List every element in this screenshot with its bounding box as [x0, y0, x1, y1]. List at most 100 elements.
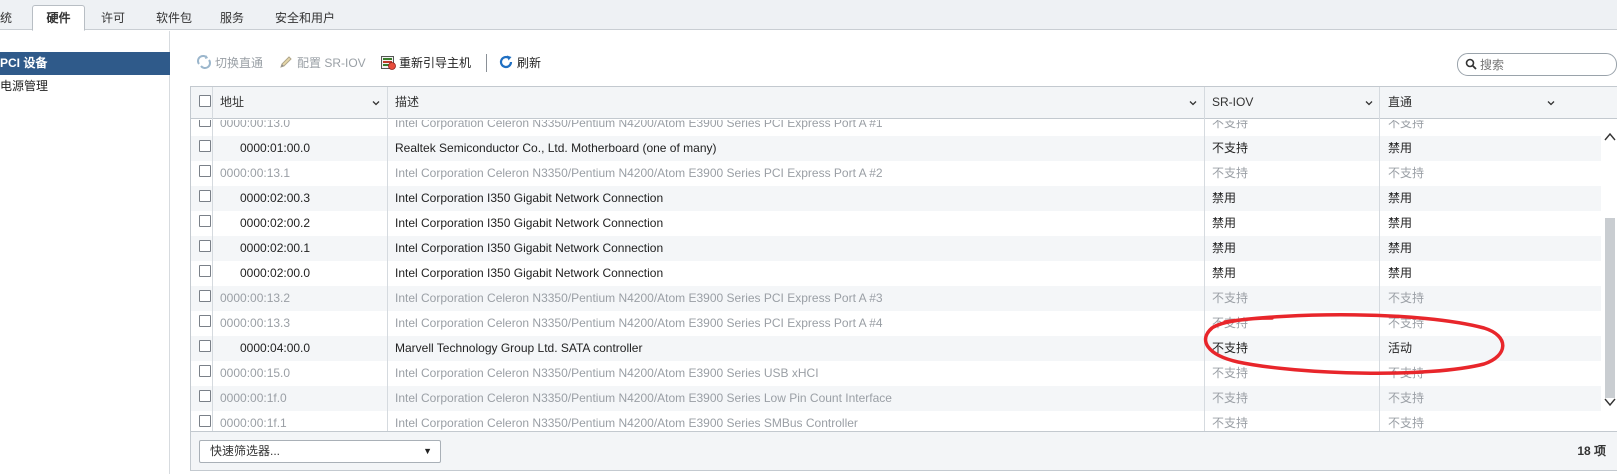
row-checkbox[interactable]	[199, 120, 211, 127]
cell-description: Intel Corporation Celeron N3350/Pentium …	[395, 120, 883, 130]
column-divider	[387, 87, 388, 431]
scroll-up-icon[interactable]	[1604, 132, 1616, 142]
sidebar-item-power-management[interactable]: 电源管理	[0, 75, 170, 98]
row-checkbox[interactable]	[199, 415, 211, 427]
cell-address: 0000:00:1f.0	[220, 391, 287, 405]
table-row[interactable]: 0000:00:1f.1 Intel Corporation Celeron N3…	[191, 411, 1601, 431]
cell-passthrough: 不支持	[1388, 416, 1425, 430]
dropdown-arrow-icon: ▼	[423, 446, 432, 456]
cell-description: Marvell Technology Group Ltd. SATA contr…	[395, 341, 643, 355]
pencil-icon	[280, 56, 292, 68]
select-all-checkbox[interactable]	[199, 95, 211, 107]
table-row[interactable]: 0000:00:1f.0 Intel Corporation Celeron N3…	[191, 386, 1601, 411]
tab-services[interactable]: 服务	[220, 6, 260, 30]
column-header-label: SR-IOV	[1212, 95, 1254, 109]
cell-address: 0000:00:13.2	[220, 291, 291, 305]
table-body: 0000:00:13.0 Intel Corporation Celeron N3…	[191, 120, 1601, 431]
table-row[interactable]: 0000:02:00.3 Intel Corporation I350 Gigab…	[191, 186, 1601, 211]
row-checkbox[interactable]	[199, 365, 211, 377]
cell-sriov: 不支持	[1212, 141, 1249, 155]
row-checkbox[interactable]	[199, 165, 211, 177]
row-checkbox[interactable]	[199, 190, 211, 202]
cell-description: Intel Corporation Celeron N3350/Pentium …	[395, 316, 883, 330]
column-header-label: 描述	[395, 95, 420, 109]
table-row[interactable]: 0000:00:13.0 Intel Corporation Celeron N3…	[191, 120, 1601, 136]
row-checkbox[interactable]	[199, 265, 211, 277]
row-checkbox[interactable]	[199, 340, 211, 352]
vertical-scrollbar[interactable]	[1601, 120, 1617, 431]
cell-sriov: 不支持	[1212, 416, 1249, 430]
cell-address: 0000:02:00.0	[240, 266, 311, 280]
table-row[interactable]: 0000:00:13.1 Intel Corporation Celeron N3…	[191, 161, 1601, 186]
column-header-sriov[interactable]: SR-IOV	[1212, 87, 1377, 119]
scrollbar-thumb[interactable]	[1605, 218, 1615, 398]
column-header-description[interactable]: 描述	[395, 87, 1205, 119]
cell-address: 0000:00:13.3	[220, 316, 291, 330]
sidebar-item-label: 电源管理	[0, 79, 49, 93]
cell-passthrough: 活动	[1388, 341, 1413, 355]
row-checkbox[interactable]	[199, 390, 211, 402]
toggle-passthrough-button[interactable]: 切换直通	[196, 54, 263, 72]
cell-sriov: 不支持	[1212, 120, 1249, 130]
reboot-host-label: 重新引导主机	[399, 56, 472, 70]
table-footer: 快速筛选器... ▼ 18 项	[191, 431, 1617, 470]
cell-passthrough: 禁用	[1388, 191, 1413, 205]
tab-system[interactable]: 系统	[0, 6, 28, 30]
refresh-button[interactable]: 刷新	[498, 54, 541, 72]
pci-device-table: 地址 描述 SR-IOV 直通 0000:00:13.0 Intel Corpor…	[190, 86, 1617, 471]
tab-license[interactable]: 许可	[101, 6, 141, 30]
row-checkbox[interactable]	[199, 215, 211, 227]
cell-passthrough: 不支持	[1388, 391, 1425, 405]
search-box[interactable]	[1457, 53, 1617, 76]
cell-passthrough: 禁用	[1388, 241, 1413, 255]
chevron-down-icon	[1547, 101, 1555, 106]
sidebar-item-label: PCI 设备	[0, 56, 48, 70]
column-divider	[1204, 87, 1205, 431]
column-header-address[interactable]: 地址	[220, 87, 386, 119]
cell-description: Intel Corporation Celeron N3350/Pentium …	[395, 366, 819, 380]
configure-sriov-button[interactable]: 配置 SR-IOV	[278, 54, 366, 72]
cell-sriov: 禁用	[1212, 266, 1237, 280]
cell-description: Intel Corporation Celeron N3350/Pentium …	[395, 391, 892, 405]
cell-sriov: 禁用	[1212, 191, 1237, 205]
column-header-passthrough[interactable]: 直通	[1388, 87, 1560, 119]
row-checkbox[interactable]	[199, 240, 211, 252]
cell-description: Intel Corporation Celeron N3350/Pentium …	[395, 291, 883, 305]
search-icon	[1465, 58, 1477, 70]
table-row[interactable]: 0000:00:13.3 Intel Corporation Celeron N3…	[191, 311, 1601, 336]
table-row[interactable]: 0000:00:15.0 Intel Corporation Celeron N3…	[191, 361, 1601, 386]
cell-address: 0000:02:00.2	[240, 216, 311, 230]
quick-filter-select[interactable]: 快速筛选器... ▼	[199, 440, 441, 463]
cell-sriov: 不支持	[1212, 291, 1249, 305]
table-row[interactable]: 0000:00:13.2 Intel Corporation Celeron N3…	[191, 286, 1601, 311]
column-header-label: 直通	[1388, 95, 1413, 109]
cell-sriov: 禁用	[1212, 216, 1237, 230]
table-row[interactable]: 0000:01:00.0 Realtek Semiconductor Co., L…	[191, 136, 1601, 161]
cell-passthrough: 不支持	[1388, 166, 1425, 180]
toggle-passthrough-label: 切换直通	[215, 56, 264, 70]
table-row[interactable]: 0000:02:00.1 Intel Corporation I350 Gigab…	[191, 236, 1601, 261]
reboot-host-button[interactable]: 重新引导主机	[380, 54, 471, 72]
sidebar-item-pci-devices[interactable]: PCI 设备	[0, 52, 170, 75]
table-row[interactable]: 0000:04:00.0 Marvell Technology Group Ltd…	[191, 336, 1601, 361]
table-row[interactable]: 0000:02:00.0 Intel Corporation I350 Gigab…	[191, 261, 1601, 286]
row-checkbox[interactable]	[199, 290, 211, 302]
scroll-down-icon[interactable]	[1604, 397, 1616, 407]
cell-sriov: 不支持	[1212, 166, 1249, 180]
cell-passthrough: 不支持	[1388, 120, 1425, 130]
search-input[interactable]	[1480, 56, 1610, 73]
table-row[interactable]: 0000:02:00.2 Intel Corporation I350 Gigab…	[191, 211, 1601, 236]
chevron-down-icon	[1189, 101, 1197, 106]
tab-security-users[interactable]: 安全和用户	[275, 6, 355, 30]
tab-packages[interactable]: 软件包	[156, 6, 206, 30]
chevron-down-icon	[1365, 101, 1373, 106]
item-count: 18 项	[1577, 444, 1606, 458]
cell-address: 0000:00:1f.1	[220, 416, 287, 430]
tab-hardware[interactable]: 硬件	[32, 5, 85, 31]
quick-filter-label: 快速筛选器...	[210, 444, 281, 458]
row-checkbox[interactable]	[199, 140, 211, 152]
row-checkbox[interactable]	[199, 315, 211, 327]
cell-address: 0000:04:00.0	[240, 341, 311, 355]
column-divider	[1379, 87, 1380, 431]
cell-passthrough: 禁用	[1388, 266, 1413, 280]
